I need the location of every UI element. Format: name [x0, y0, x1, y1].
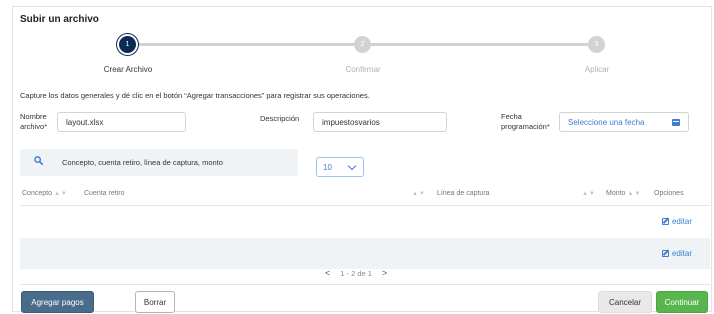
search-icon [34, 156, 43, 165]
next-page-button[interactable]: > [382, 268, 387, 278]
prev-page-button[interactable]: < [325, 268, 330, 278]
table-row: editar [20, 205, 710, 236]
pagination: < 1 - 2 de 1 > [325, 268, 387, 278]
step-3-circle: 3 [588, 36, 605, 53]
calendar-icon[interactable] [672, 118, 680, 126]
fecha-programacion-field[interactable]: Seleccione una fecha [559, 112, 689, 132]
sort-icon-monto[interactable]: ▲▼ [580, 190, 596, 197]
fecha-label-line-2: programación* [501, 122, 550, 131]
step-2-circle: 2 [354, 36, 371, 53]
table-row: editar [20, 238, 710, 269]
column-header-concepto[interactable]: Concepto ▲▼ [22, 190, 68, 197]
step-1-circle: 1 [119, 36, 136, 53]
step-3-label: Aplicar [584, 65, 610, 74]
step-1-label: Crear Archivo [103, 65, 153, 74]
column-header-monto[interactable]: Monto ▲▼ [606, 190, 641, 197]
edit-link[interactable]: editar [661, 217, 692, 226]
sort-icon: ▲▼ [582, 191, 596, 197]
concepto-header-label: Concepto [22, 190, 52, 197]
page-title: Subir un archivo [20, 14, 99, 25]
step-2-label: Confirmar [345, 65, 381, 74]
edit-label: editar [671, 249, 692, 258]
step-2-number: 2 [360, 41, 365, 48]
instructions-text: Capture los datos generales y dé clic en… [20, 91, 370, 100]
edit-label: editar [671, 217, 692, 226]
edit-link[interactable]: editar [661, 249, 692, 258]
search-placeholder: Concepto, cuenta retiro, línea de captur… [62, 158, 223, 167]
search-input[interactable]: Concepto, cuenta retiro, línea de captur… [20, 149, 298, 176]
continue-button[interactable]: Continuar [656, 291, 708, 313]
column-header-linea-captura[interactable]: Línea de captura [437, 190, 490, 197]
chevron-down-icon [347, 161, 357, 171]
nombre-label-line-1: Nombre [20, 112, 47, 121]
edit-icon [661, 250, 669, 257]
page-total: de 1 [357, 268, 372, 278]
page-range-value: 1 - 2 [340, 268, 356, 278]
stepper-track-1 [127, 43, 363, 46]
cancel-button[interactable]: Cancelar [598, 291, 652, 313]
fecha-placeholder: Seleccione una fecha [568, 117, 645, 127]
add-payments-button[interactable]: Agregar pagos [21, 291, 94, 313]
sort-icon: ▲▼ [53, 191, 68, 197]
page-size-select[interactable]: 10 [316, 157, 364, 177]
page-size-value: 10 [323, 163, 332, 172]
column-header-opciones: Opciones [654, 190, 684, 197]
column-header-cuenta-retiro[interactable]: Cuenta retiro [84, 190, 124, 197]
fecha-label-line-1: Fecha [501, 112, 522, 121]
nombre-archivo-field[interactable]: layout.xlsx [57, 112, 186, 132]
nombre-archivo-label: Nombre archivo* [20, 112, 47, 132]
sort-icon: ▲▼ [412, 191, 426, 197]
sort-icon-linea[interactable]: ▲▼ [410, 190, 426, 197]
page-range: 1 - 2 de 1 [340, 269, 372, 278]
fecha-programacion-label: Fecha programación* [501, 112, 550, 132]
descripcion-field[interactable]: impuestosvarios [313, 112, 447, 132]
stepper-track-2 [363, 43, 596, 46]
edit-icon [661, 218, 669, 225]
footer-divider [20, 284, 710, 285]
step-1-number: 1 [125, 41, 130, 48]
delete-button[interactable]: Borrar [135, 291, 175, 313]
descripcion-label: Descripción [260, 114, 300, 123]
nombre-label-line-2: archivo* [20, 122, 48, 131]
monto-header-label: Monto [606, 190, 626, 197]
step-3-number: 3 [594, 41, 599, 48]
sort-icon: ▲▼ [627, 191, 642, 197]
